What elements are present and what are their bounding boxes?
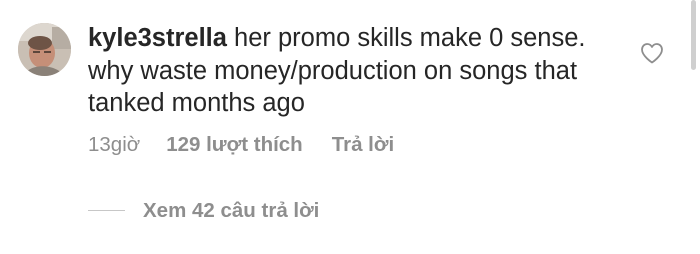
- reply-button[interactable]: Trả lời: [332, 132, 394, 158]
- comment-screen: kyle3strella her promo skills make 0 sen…: [0, 0, 700, 254]
- avatar[interactable]: [18, 23, 71, 76]
- avatar-photo: [18, 23, 71, 76]
- comment-username[interactable]: kyle3strella: [88, 24, 227, 52]
- heart-icon[interactable]: [640, 42, 664, 64]
- comment-timestamp: 13giờ: [88, 133, 141, 156]
- view-replies-label[interactable]: Xem 42 câu trả lời: [143, 198, 319, 224]
- scrollbar[interactable]: [691, 0, 696, 70]
- comment-meta: 13giờ 129 lượt thích Trả lời: [88, 132, 394, 158]
- likes-count[interactable]: 129 lượt thích: [166, 132, 303, 158]
- replies-divider-line: [88, 210, 125, 211]
- comment-text: kyle3strella her promo skills make 0 sen…: [88, 22, 628, 120]
